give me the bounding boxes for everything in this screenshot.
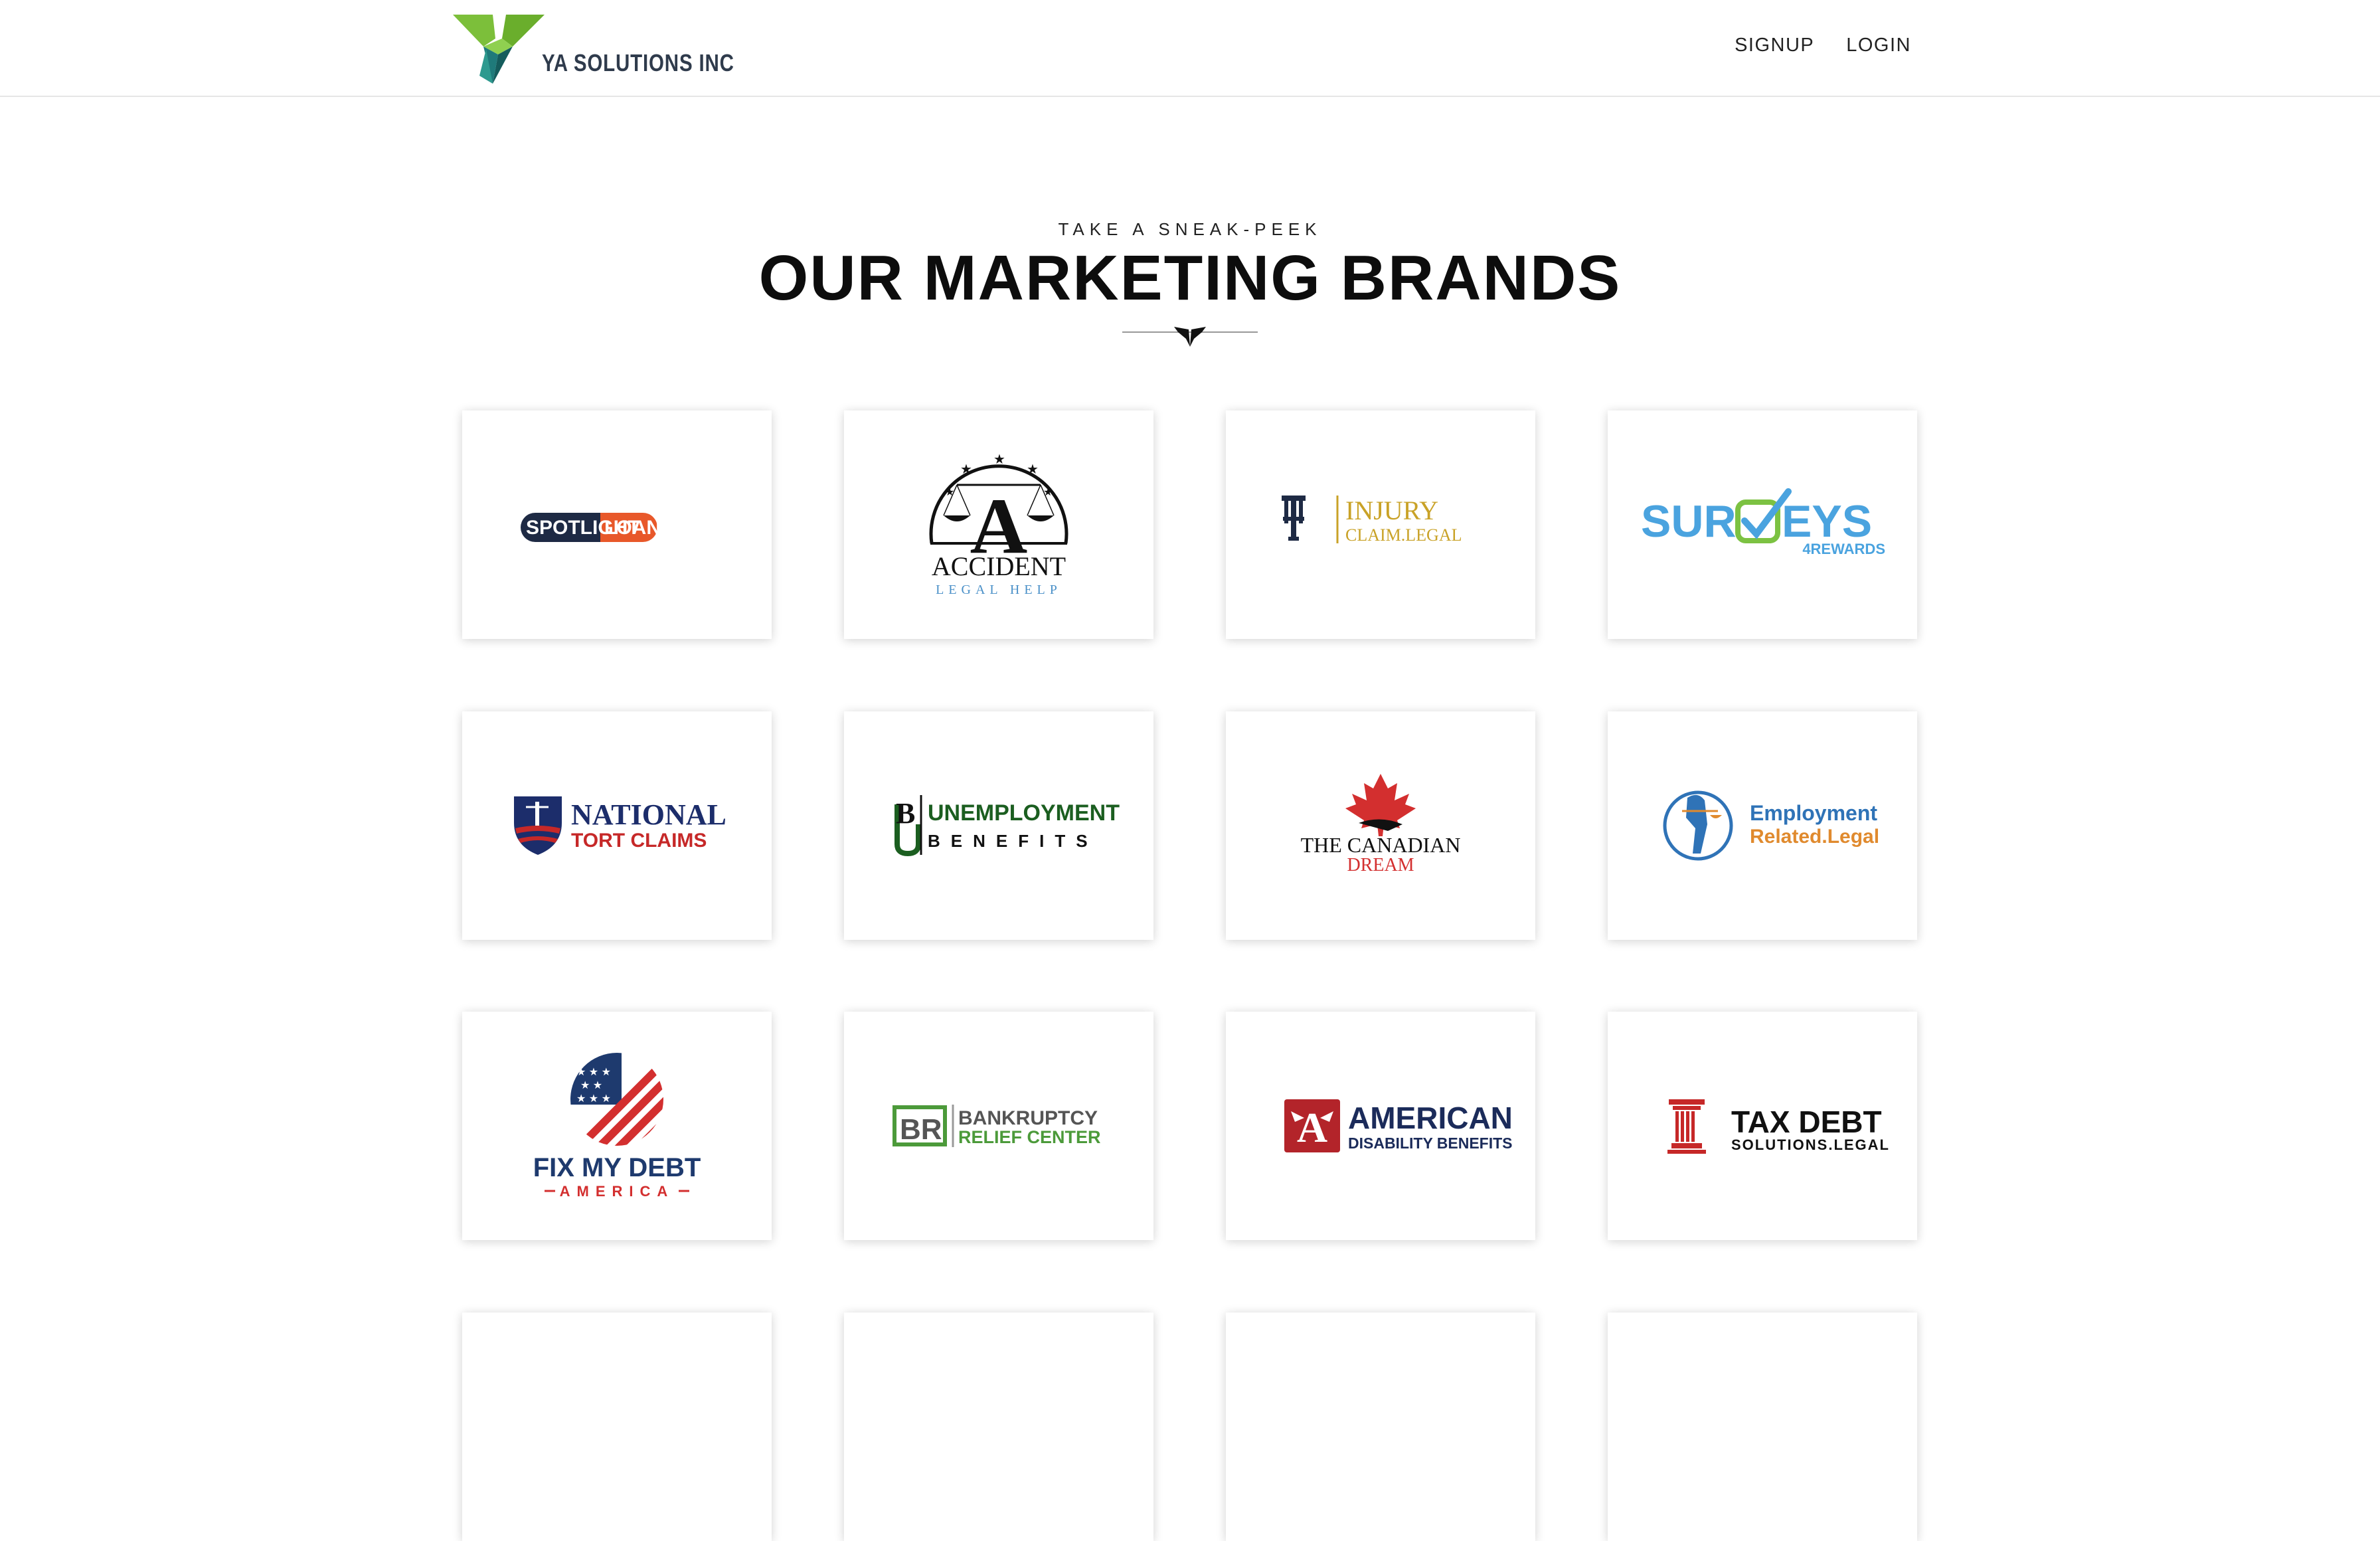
brand-text: EYS [1782,496,1872,547]
login-link[interactable]: LOGIN [1846,35,1911,56]
svg-text:★: ★ [960,462,972,477]
brand-text: TAX DEBT [1731,1105,1882,1139]
brand-text: DREAM [1347,855,1414,875]
svg-text:★: ★ [993,452,1005,467]
brand-card-injury-claim-legal[interactable]: INJURY CLAIM.LEGAL [1226,410,1535,639]
brand-text: INJURY [1345,496,1438,525]
bankruptcy-relief-center-logo: BR BANKRUPTCY RELIEF CENTER [892,1105,1101,1147]
brand-text: AMERICA [560,1183,675,1200]
injury-claim-legal-logo: INJURY CLAIM.LEGAL [1282,496,1462,545]
brand-text: ACCIDENT [932,551,1066,581]
svg-text:★ ★: ★ ★ [580,1080,602,1091]
brand-text: BANKRUPTCY [958,1107,1098,1129]
svg-text:A: A [1297,1104,1327,1151]
brand-card-fix-my-debt-america[interactable]: ★ ★ ★ ★ ★ ★ ★ ★ FIX MY DEBT AMERICA [462,1012,772,1240]
american-disability-benefits-logo: A AMERICAN DISABILITY BENEFITS [1284,1099,1513,1152]
svg-text:B: B [896,797,915,830]
brand-text: DISABILITY BENEFITS [1348,1134,1513,1152]
brand-card-bankruptcy-relief-center[interactable]: BR BANKRUPTCY RELIEF CENTER [844,1012,1153,1240]
company-logo[interactable]: YA SOLUTIONS INC [452,12,734,85]
brand-card-national-tort-claims[interactable]: NATIONAL TORT CLAIMS [462,711,772,940]
brand-card-the-canadian-dream[interactable]: THE CANADIAN DREAM [1226,711,1535,940]
svg-text:★: ★ [1027,462,1039,477]
fix-my-debt-america-logo: ★ ★ ★ ★ ★ ★ ★ ★ FIX MY DEBT AMERICA [533,1053,701,1200]
brand-text: AMERICAN [1348,1101,1513,1135]
brand-card-partial[interactable] [1226,1313,1535,1541]
national-tort-claims-logo: NATIONAL TORT CLAIMS [514,796,726,855]
brand-text: BENEFITS [928,831,1098,851]
section-title: OUR MARKETING BRANDS [758,242,1622,314]
brand-card-unemployment-benefits[interactable]: B UNEMPLOYMENT BENEFITS [844,711,1153,940]
site-header: YA SOLUTIONS INC SIGNUP LOGIN [0,0,2380,97]
brand-text: TORT CLAIMS [571,830,707,852]
signup-link[interactable]: SIGNUP [1735,35,1814,56]
brand-card-employment-related-legal[interactable]: Employment Related.Legal [1608,711,1917,940]
main-nav: SIGNUP LOGIN [1735,35,1911,56]
svg-text:★ ★ ★: ★ ★ ★ [576,1093,611,1105]
brand-card-partial[interactable] [844,1313,1153,1541]
brand-text: Employment [1750,801,1877,825]
brand-text: THE CANADIAN [1301,833,1461,857]
brand-text: NATIONAL [571,798,726,831]
heading-divider-icon [1122,327,1258,347]
brand-text: RELIEF CENTER [958,1127,1101,1147]
brand-card-american-disability-benefits[interactable]: A AMERICAN DISABILITY BENEFITS [1226,1012,1535,1240]
svg-text:★: ★ [1043,487,1053,498]
surveys-4rewards-logo: SUR EYS 4REWARDS [1641,488,1885,557]
brand-text: LEGAL HELP [936,583,1062,597]
brand-card-tax-debt-solutions-legal[interactable]: TAX DEBT SOLUTIONS.LEGAL [1608,1012,1917,1240]
brand-text: BR [900,1113,942,1146]
unemployment-benefits-logo: B UNEMPLOYMENT BENEFITS [894,795,1120,857]
brand-text: Related.Legal [1750,826,1879,848]
brand-card-partial[interactable] [1608,1313,1917,1541]
brand-card-spotlight-loans[interactable]: SPOTLIGHT LOANS [462,410,772,639]
brand-text: FIX MY DEBT [533,1153,701,1182]
spotlight-loans-logo: SPOTLIGHT LOANS [521,513,674,542]
brand-card-partial[interactable] [462,1313,772,1541]
accident-legal-help-logo: ★ ★ ★ ★ ★ A ACCIDENT LEGAL HELP [929,452,1068,597]
brand-text: 4REWARDS [1802,541,1885,557]
brand-text: CLAIM.LEGAL [1345,525,1462,545]
brand-text: LOANS [604,517,674,539]
svg-text:★ ★ ★: ★ ★ ★ [576,1067,611,1078]
brand-text: SOLUTIONS.LEGAL [1731,1136,1890,1153]
tax-debt-solutions-legal-logo: TAX DEBT SOLUTIONS.LEGAL [1667,1099,1890,1154]
ya-logo-icon [453,15,545,84]
the-canadian-dream-logo: THE CANADIAN DREAM [1301,774,1461,875]
brand-text: UNEMPLOYMENT [928,800,1120,826]
brand-card-surveys-4rewards[interactable]: SUR EYS 4REWARDS [1608,410,1917,639]
brand-card-accident-legal-help[interactable]: ★ ★ ★ ★ ★ A ACCIDENT LEGAL HELP [844,410,1153,639]
brand-text: SUR [1641,496,1737,547]
section-eyebrow: TAKE A SNEAK-PEEK [1058,219,1322,239]
employment-related-legal-logo: Employment Related.Legal [1663,790,1879,861]
company-name: YA SOLUTIONS INC [542,49,734,76]
